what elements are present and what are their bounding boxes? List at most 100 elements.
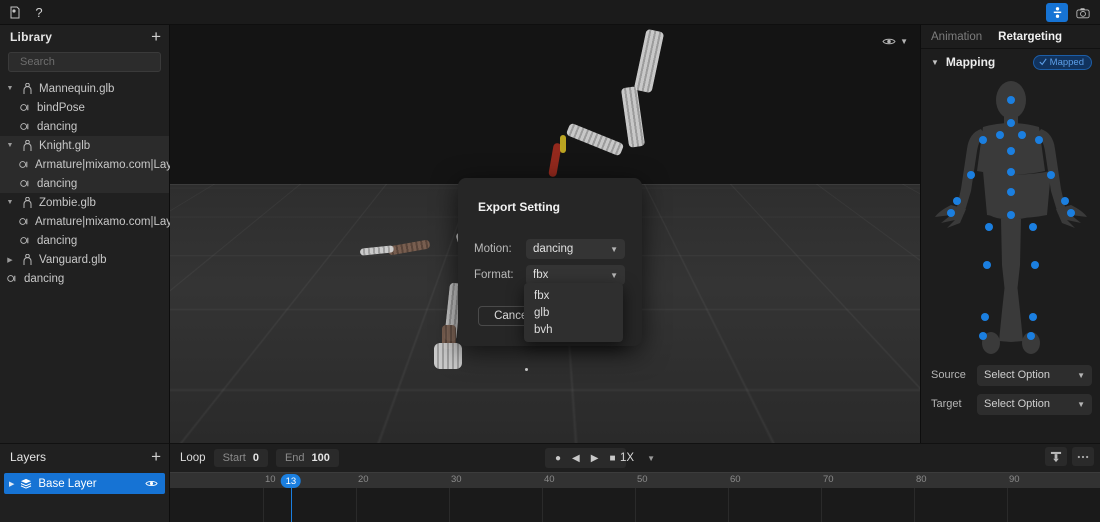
skeleton-bone — [560, 135, 566, 153]
timeline-tracks[interactable] — [170, 488, 1100, 522]
retarget-icon[interactable] — [1046, 3, 1068, 22]
list-item[interactable]: ▶ Base Layer — [4, 473, 165, 494]
camera-icon[interactable] — [1072, 3, 1094, 22]
list-item-label: dancing — [37, 120, 78, 133]
character-icon — [21, 253, 34, 266]
mapping-section-header: ▼ Mapping Mapped — [921, 49, 1100, 75]
track-gridline — [1007, 488, 1008, 522]
chevron-down-icon[interactable]: ▼ — [4, 142, 16, 149]
track-gridline — [263, 488, 264, 522]
app-logo-icon[interactable] — [4, 3, 26, 22]
chevron-down-icon[interactable]: ▼ — [931, 58, 939, 67]
stop-icon[interactable]: ■ — [609, 453, 615, 464]
layers-add-button[interactable]: + — [151, 448, 161, 465]
status-badge-label: Mapped — [1049, 56, 1084, 68]
target-field-row: Target Select Option ▼ — [921, 393, 1100, 415]
timeline-toolbar: Loop Start 0 End 100 ● ◀ ▶ ■ 1X ▼ — [170, 444, 1100, 472]
motion-clip-icon — [6, 274, 19, 283]
list-item[interactable]: ▼ Knight.glb — [0, 136, 169, 155]
list-item[interactable]: ▼ Mannequin.glb — [0, 79, 169, 98]
ruler-tick: 40 — [544, 474, 555, 485]
menu-item[interactable]: glb — [524, 304, 623, 321]
motion-clip-icon — [19, 179, 32, 188]
motion-clip-icon — [19, 160, 30, 169]
motion-clip-icon — [19, 103, 32, 112]
viewport-visibility-control[interactable]: ▼ — [882, 37, 908, 46]
menu-item[interactable]: fbx — [524, 287, 623, 304]
layers-panel: Layers + ▶ Base Layer — [0, 443, 170, 522]
loop-toggle[interactable]: Loop — [180, 452, 206, 464]
chevron-right-icon[interactable]: ▶ — [9, 480, 14, 488]
motion-select-value: dancing — [533, 243, 574, 255]
list-item-label: dancing — [37, 234, 78, 247]
chevron-down-icon[interactable]: ▼ — [900, 37, 908, 46]
end-frame-field[interactable]: End 100 — [275, 449, 339, 467]
chevron-down-icon[interactable]: ▼ — [4, 199, 16, 206]
start-value: 0 — [252, 452, 259, 464]
add-key-icon[interactable] — [1045, 447, 1067, 466]
format-select[interactable]: fbx ▼ — [526, 265, 625, 285]
menu-item[interactable]: bvh — [524, 321, 623, 338]
chevron-down-icon[interactable]: ▼ — [4, 85, 16, 92]
search-input[interactable] — [20, 56, 162, 68]
viewport-sky — [170, 25, 920, 184]
format-dropdown-menu[interactable]: fbx glb bvh — [524, 283, 623, 342]
transport-controls: ● ◀ ▶ ■ — [545, 448, 626, 468]
source-select-value: Select Option — [984, 369, 1051, 381]
ruler-tick: 30 — [451, 474, 462, 485]
track-gridline — [356, 488, 357, 522]
track-gridline — [914, 488, 915, 522]
motion-clip-icon — [19, 236, 32, 245]
character-icon — [21, 196, 34, 209]
format-label: Format: — [474, 269, 514, 281]
playhead-frame-label[interactable]: 13 — [280, 474, 302, 488]
list-item[interactable]: dancing — [0, 269, 169, 288]
chevron-right-icon[interactable]: ▶ — [4, 256, 16, 264]
source-select[interactable]: Select Option ▼ — [977, 364, 1092, 386]
motion-clip-icon — [19, 122, 32, 131]
list-item[interactable]: Armature|mixamo.com|Layer0 — [0, 212, 189, 231]
list-item[interactable]: dancing — [0, 231, 169, 250]
list-item[interactable]: ▶ Vanguard.glb — [0, 250, 169, 269]
more-options-icon[interactable] — [1072, 447, 1094, 466]
help-button[interactable]: ? — [28, 3, 50, 22]
library-header: Library + — [0, 25, 169, 49]
ruler-tick: 70 — [823, 474, 834, 485]
ruler-tick: 80 — [916, 474, 927, 485]
list-item-label: dancing — [37, 177, 78, 190]
library-add-button[interactable]: + — [151, 28, 161, 45]
list-item-label: Armature|mixamo.com|Layer0 — [35, 158, 189, 171]
record-icon[interactable]: ● — [555, 453, 561, 464]
format-select-value: fbx — [533, 269, 549, 281]
list-item-label: Vanguard.glb — [39, 253, 107, 266]
list-item[interactable]: bindPose — [0, 98, 169, 117]
playhead[interactable] — [290, 488, 292, 522]
humanoid-mapping-figure[interactable] — [921, 75, 1100, 357]
track-gridline — [449, 488, 450, 522]
target-select[interactable]: Select Option ▼ — [977, 393, 1092, 415]
list-item[interactable]: dancing — [0, 174, 169, 193]
list-item-label: Knight.glb — [39, 139, 91, 152]
list-item[interactable]: dancing — [0, 117, 169, 136]
step-back-icon[interactable]: ◀ — [572, 453, 580, 464]
chevron-down-icon: ▼ — [610, 244, 618, 254]
end-value: 100 — [311, 452, 330, 464]
ruler-tick: 90 — [1009, 474, 1020, 485]
tab-animation[interactable]: Animation — [931, 31, 982, 43]
library-tree: ▼ Mannequin.glb bindPose dancing ▼ Knight.glb… — [0, 78, 189, 288]
check-icon — [1039, 58, 1047, 66]
layer-name: Base Layer — [38, 477, 97, 490]
timeline-ruler[interactable]: 10 20 30 40 50 60 70 80 90 13 — [170, 472, 1100, 488]
chevron-down-icon[interactable]: ▼ — [647, 454, 655, 463]
tab-retargeting[interactable]: Retargeting — [998, 31, 1062, 43]
source-label: Source — [931, 369, 966, 381]
list-item[interactable]: ▼ Zombie.glb — [0, 193, 169, 212]
motion-select[interactable]: dancing ▼ — [526, 239, 625, 259]
chevron-down-icon: ▼ — [610, 270, 618, 280]
start-frame-field[interactable]: Start 0 — [213, 449, 268, 467]
library-search[interactable] — [8, 52, 162, 72]
list-item[interactable]: Armature|mixamo.com|Layer0 — [0, 155, 189, 174]
motion-clip-icon — [19, 217, 30, 226]
playback-speed-control[interactable]: 1X ▼ — [620, 448, 655, 468]
play-icon[interactable]: ▶ — [591, 453, 599, 464]
